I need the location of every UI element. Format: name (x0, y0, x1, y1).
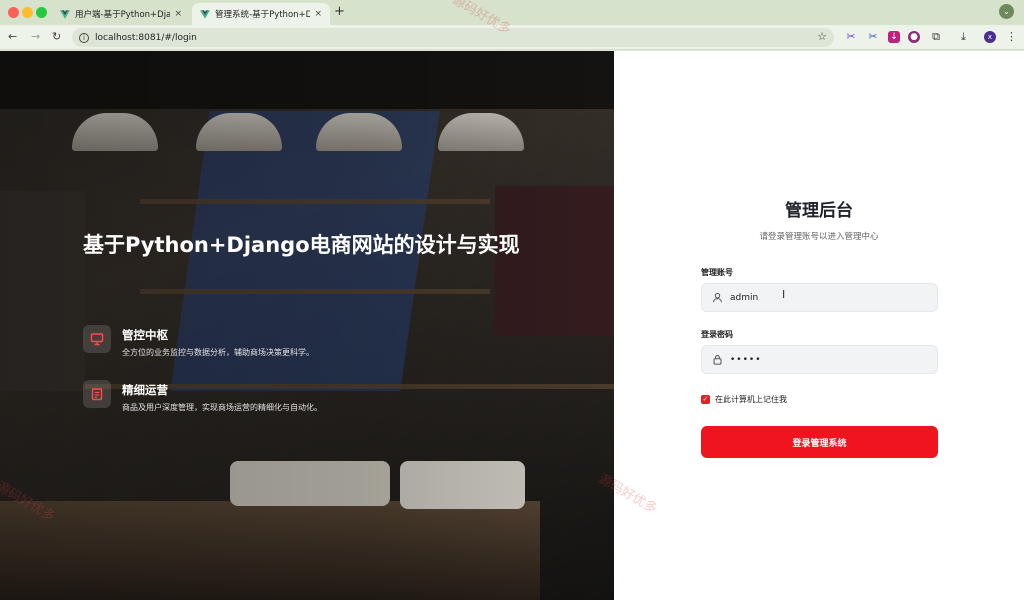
window-minimize-button[interactable] (22, 7, 33, 18)
browser-tab-admin[interactable]: 管理系统-基于Python+Django电 × (192, 3, 330, 25)
extension-avatar-icon[interactable]: ● (908, 31, 920, 43)
login-title: 管理后台 (785, 201, 853, 221)
vue-logo-icon (200, 9, 210, 19)
tab-search-chevron-icon[interactable]: ⌄ (999, 4, 1014, 19)
extension-scissors-icon[interactable]: ✂ (845, 31, 857, 43)
login-subtitle: 请登录管理账号以进入管理中心 (759, 232, 879, 242)
tab-close-icon[interactable]: × (174, 9, 182, 19)
browser-tab-user[interactable]: 用户端-基于Python+Django电 × (52, 3, 190, 25)
feature-title: 管控中枢 (122, 328, 168, 342)
window-maximize-button[interactable] (36, 7, 47, 18)
extension-cut-icon[interactable]: ✂ (867, 31, 879, 43)
extensions-puzzle-icon[interactable]: ⧉ (930, 31, 942, 43)
login-page: 基于Python+Django电商网站的设计与实现 管控中枢 全方位的业务监控与… (0, 51, 1024, 600)
login-submit-button[interactable]: 登录管理系统 (701, 426, 938, 458)
username-value[interactable]: admin (730, 293, 758, 303)
vue-logo-icon (60, 9, 70, 19)
clipboard-icon (83, 380, 111, 408)
password-label: 登录密码 (701, 330, 733, 339)
url-text[interactable]: localhost:8081/#/login (95, 33, 197, 43)
remember-checkbox[interactable]: ✓ (701, 395, 710, 404)
extension-download-icon[interactable]: ↓ (888, 31, 900, 43)
browser-tab-strip: 用户端-基于Python+Django电 × 管理系统-基于Python+Dja… (0, 0, 1024, 25)
feature-title: 精细运营 (122, 383, 168, 397)
hero-panel: 基于Python+Django电商网站的设计与实现 管控中枢 全方位的业务监控与… (0, 51, 614, 600)
lock-icon (713, 355, 722, 365)
password-input[interactable]: ••••• (701, 345, 938, 374)
bookmark-star-icon[interactable]: ☆ (817, 30, 827, 43)
password-value[interactable]: ••••• (730, 355, 762, 365)
feature-description: 全方位的业务监控与数据分析，辅助商场决策更科学。 (122, 348, 314, 357)
tab-close-icon[interactable]: × (314, 9, 322, 19)
text-cursor-icon: I (782, 288, 786, 301)
tab-title: 用户端-基于Python+Django电 (75, 10, 171, 20)
username-input[interactable]: admin (701, 283, 938, 312)
remember-me[interactable]: ✓ 在此计算机上记住我 (701, 394, 787, 405)
window-close-button[interactable] (8, 7, 19, 18)
user-icon (713, 292, 722, 303)
browser-toolbar: ← → ↻ i localhost:8081/#/login ☆ ✂ ✂ ↓ ●… (0, 25, 1024, 50)
profile-avatar[interactable]: x (984, 31, 996, 43)
site-info-icon[interactable]: i (79, 32, 89, 43)
hero-title: 基于Python+Django电商网站的设计与实现 (83, 233, 520, 257)
username-label: 管理账号 (701, 268, 733, 277)
tab-title: 管理系统-基于Python+Django电 (215, 10, 311, 20)
monitor-icon (83, 325, 111, 353)
feature-description: 商品及用户深度管理，实现商场运营的精细化与自动化。 (122, 403, 322, 412)
remember-label[interactable]: 在此计算机上记住我 (715, 394, 787, 405)
login-panel: 管理后台 请登录管理账号以进入管理中心 管理账号 admin I 登录密码 ••… (614, 51, 1024, 600)
forward-arrow-icon[interactable]: → (31, 30, 40, 43)
downloads-icon[interactable]: ⤓ (961, 30, 966, 44)
back-arrow-icon[interactable]: ← (8, 30, 17, 43)
browser-menu-icon[interactable]: ⋮ (1006, 30, 1017, 43)
address-bar[interactable]: i localhost:8081/#/login ☆ (72, 28, 834, 47)
reload-icon[interactable]: ↻ (52, 30, 61, 43)
new-tab-button[interactable]: + (334, 4, 345, 19)
